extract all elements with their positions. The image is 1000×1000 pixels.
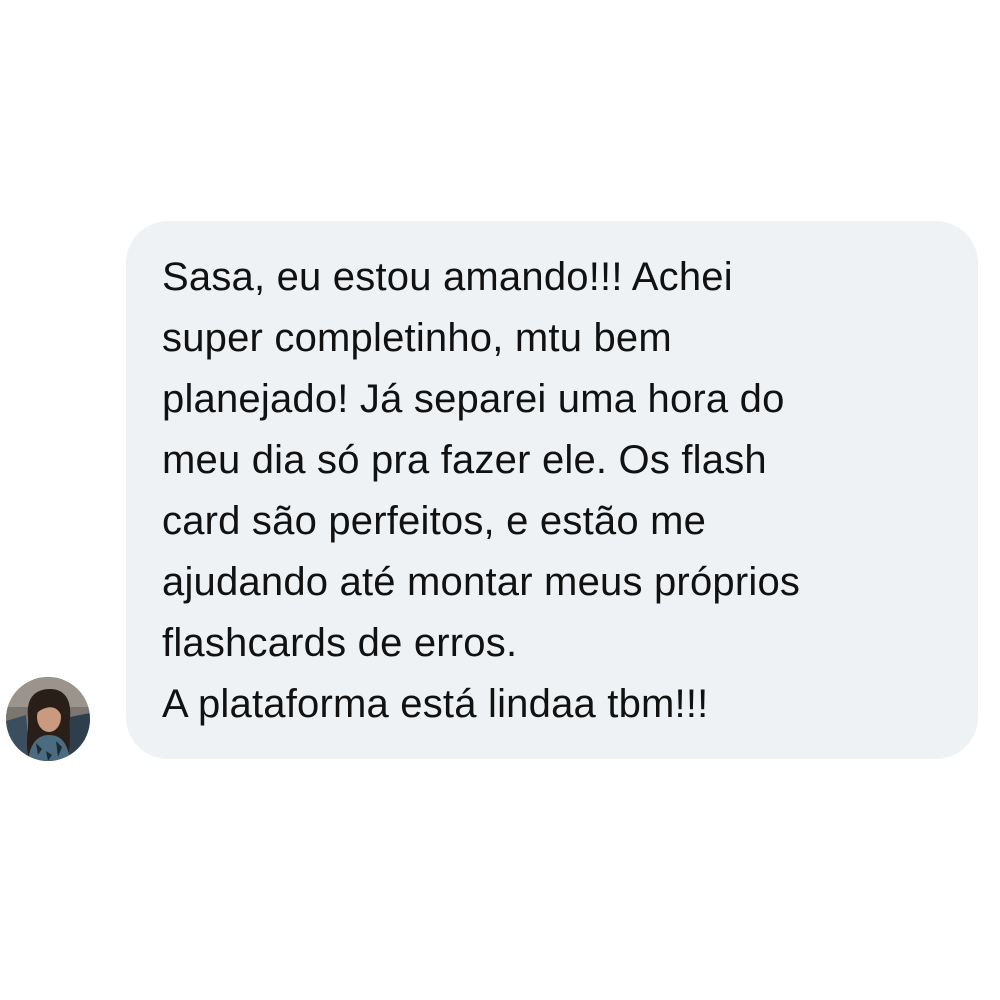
message-text: Sasa, eu estou amando!!! Achei super com… xyxy=(162,247,948,735)
message-line: ajudando até montar meus próprios xyxy=(162,560,801,604)
sender-avatar[interactable] xyxy=(6,677,90,761)
message-bubble[interactable]: Sasa, eu estou amando!!! Achei super com… xyxy=(126,221,978,759)
message-line: Sasa, eu estou amando!!! Achei xyxy=(162,255,733,299)
message-line: flashcards de erros. xyxy=(162,621,518,665)
message-line: planejado! Já separei uma hora do xyxy=(162,377,785,421)
message-line: card são perfeitos, e estão me xyxy=(162,499,707,543)
message-line: A plataforma está lindaa tbm!!! xyxy=(162,682,709,726)
message-line: super completinho, mtu bem xyxy=(162,316,672,360)
received-message-row: Sasa, eu estou amando!!! Achei super com… xyxy=(0,0,1000,1000)
avatar-photo-icon xyxy=(6,677,90,761)
message-line: meu dia só pra fazer ele. Os flash xyxy=(162,438,767,482)
chat-screen: Sasa, eu estou amando!!! Achei super com… xyxy=(0,0,1000,1000)
